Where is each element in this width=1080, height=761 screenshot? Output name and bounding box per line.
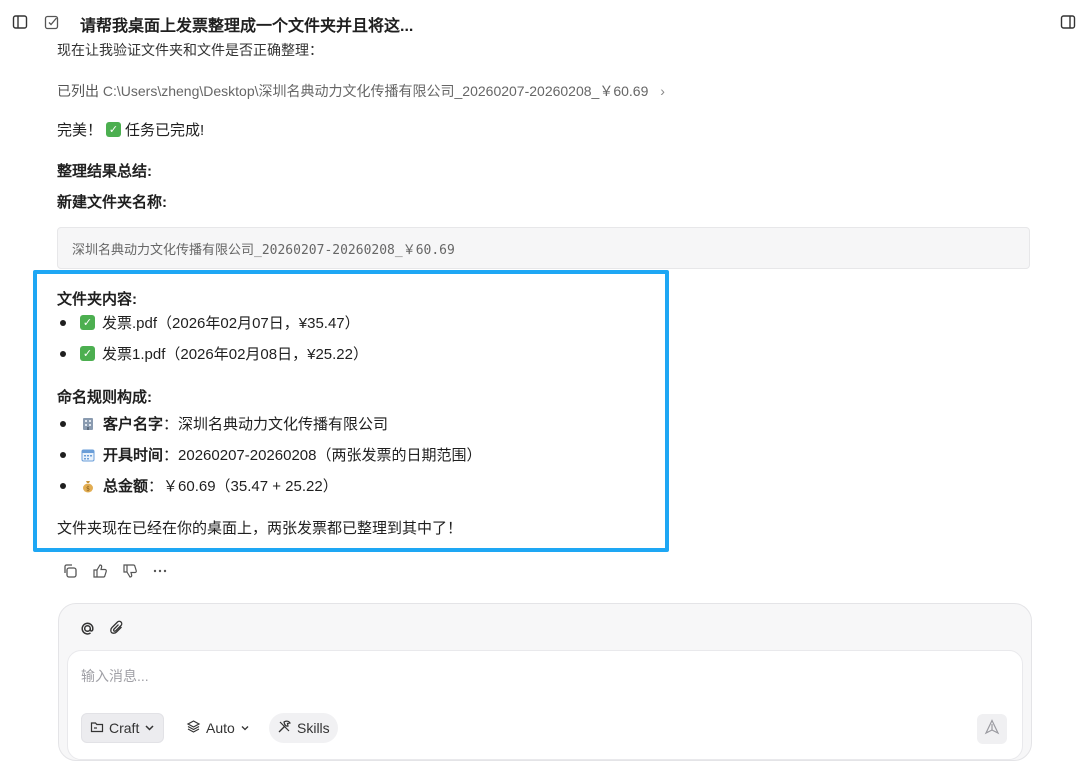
- bullet: [60, 350, 66, 357]
- chevron-down-icon: [144, 720, 155, 736]
- task-complete-line: 完美！ ✓ 任务已完成!: [57, 119, 204, 140]
- list-item: ✓ 发票1.pdf （2026年02月08日，¥25.22）: [60, 343, 368, 364]
- list-item: 客户名字 ：深圳名典动力文化传播有限公司: [60, 413, 388, 434]
- list-item: 开具时间 ：20260207-20260208（两张发票的日期范围）: [60, 444, 482, 465]
- done-task-text: 任务已完成!: [125, 122, 205, 139]
- craft-mode-button[interactable]: Craft: [81, 713, 165, 743]
- chevron-right-icon: ›: [660, 83, 665, 99]
- new-folder-heading: 新建文件夹名称:: [57, 194, 167, 211]
- mention-icon[interactable]: [77, 618, 97, 638]
- more-options-icon[interactable]: [150, 561, 170, 581]
- final-message: 文件夹现在已经在你的桌面上，两张发票都已整理到其中了！: [57, 520, 463, 537]
- rules-heading: 命名规则构成:: [57, 389, 152, 406]
- bullet: [60, 319, 66, 326]
- bullet: [60, 482, 66, 489]
- craft-label: Craft: [109, 720, 140, 736]
- listed-directory-link[interactable]: 已列出 C:\Users\zheng\Desktop\深圳名典动力文化传播有限公…: [57, 81, 665, 101]
- rule-label: 客户名字: [103, 416, 164, 433]
- rule-label: 开具时间: [103, 447, 164, 464]
- folder-name: 深圳名典动力文化传播有限公司_20260207-20260208_￥60.69: [72, 243, 455, 258]
- folder-icon: [90, 720, 104, 737]
- check-icon: ✓: [80, 346, 95, 361]
- listed-path: C:\Users\zheng\Desktop\深圳名典动力文化传播有限公司_20…: [102, 83, 649, 99]
- edit-icon[interactable]: [42, 12, 62, 32]
- chevron-down-icon: [240, 720, 250, 736]
- tools-icon: [277, 719, 292, 737]
- thumbs-down-icon[interactable]: [120, 561, 140, 581]
- right-panel-icon[interactable]: [1058, 12, 1078, 32]
- rule-value: ：20260207-20260208（两张发票的日期范围）: [163, 447, 482, 464]
- money-bag-icon: $: [80, 478, 96, 494]
- calendar-icon: [80, 447, 96, 463]
- composer: 输入消息... Craft Auto Skills: [58, 603, 1032, 761]
- auto-model-button[interactable]: Auto: [178, 713, 258, 743]
- message-actions: [60, 561, 170, 581]
- send-button[interactable]: [977, 714, 1007, 744]
- contents-heading: 文件夹内容:: [57, 291, 137, 308]
- page-title: 请帮我桌面上发票整理成一个文件夹并且将这...: [80, 18, 414, 35]
- truncated-message-line: 现在让我验证文件夹和文件是否正确整理：: [57, 42, 323, 58]
- rule-value: ：￥60.69（35.47 + 25.22）: [148, 478, 338, 495]
- building-icon: [80, 416, 96, 432]
- done-text: 完美！: [57, 122, 103, 139]
- input-placeholder: 输入消息...: [81, 668, 149, 684]
- list-item: $ 总金额 ：￥60.69（35.47 + 25.22）: [60, 475, 338, 496]
- svg-text:$: $: [86, 485, 90, 492]
- file-detail: （2026年02月07日，¥35.47）: [157, 315, 360, 332]
- message-input[interactable]: 输入消息... Craft Auto Skills: [67, 650, 1023, 760]
- summary-heading: 整理结果总结:: [57, 163, 152, 180]
- file-name: 发票.pdf: [102, 315, 158, 332]
- list-item: ✓ 发票.pdf （2026年02月07日，¥35.47）: [60, 312, 360, 333]
- file-detail: （2026年02月08日，¥25.22）: [165, 346, 368, 363]
- bullet: [60, 420, 66, 427]
- listed-label: 已列出: [57, 83, 99, 99]
- composer-tools: [77, 618, 127, 638]
- check-icon: ✓: [106, 122, 122, 137]
- file-name: 发票1.pdf: [102, 346, 166, 363]
- skills-button[interactable]: Skills: [269, 713, 338, 743]
- folder-name-code-block: 深圳名典动力文化传播有限公司_20260207-20260208_￥60.69: [57, 227, 1030, 269]
- auto-label: Auto: [206, 720, 235, 736]
- check-icon: ✓: [80, 315, 95, 330]
- thumbs-up-icon[interactable]: [90, 561, 110, 581]
- rule-value: ：深圳名典动力文化传播有限公司: [163, 416, 389, 433]
- copy-icon[interactable]: [60, 561, 80, 581]
- paperclip-icon[interactable]: [107, 618, 127, 638]
- bullet: [60, 451, 66, 458]
- rule-label: 总金额: [103, 478, 149, 495]
- layers-icon: [186, 719, 201, 737]
- send-icon: [984, 718, 1000, 740]
- sidebar-toggle-icon[interactable]: [10, 12, 30, 32]
- skills-label: Skills: [297, 720, 330, 736]
- top-bar: 请帮我桌面上发票整理成一个文件夹并且将这...: [0, 0, 1080, 44]
